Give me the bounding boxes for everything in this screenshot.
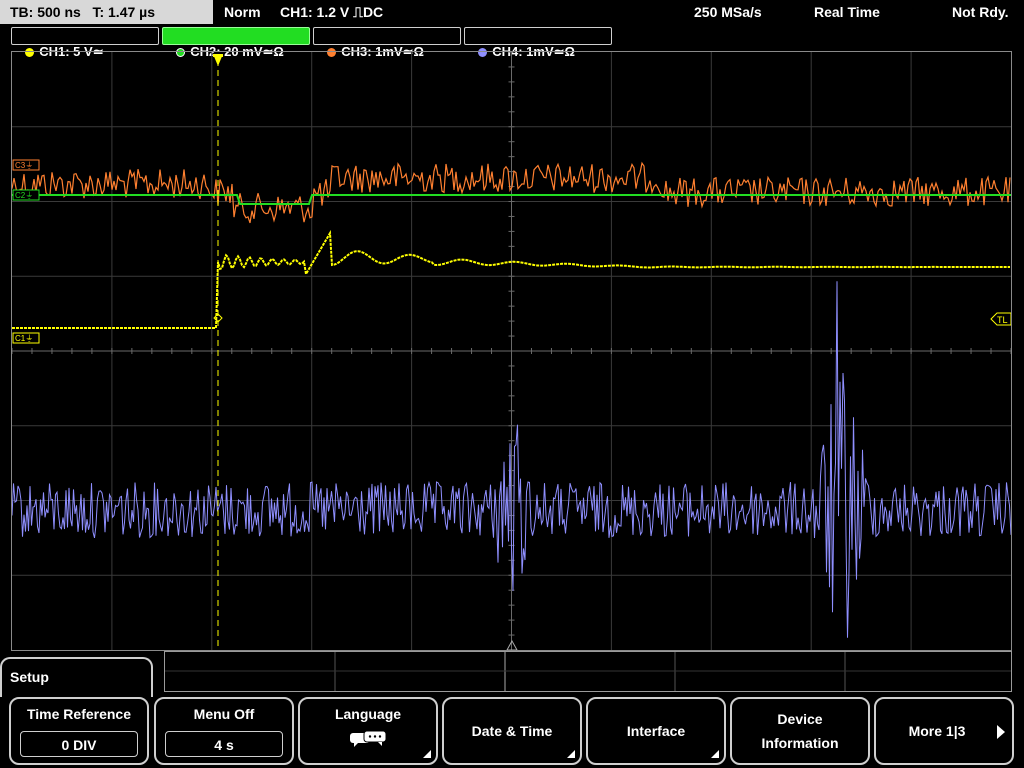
date-time-softkey[interactable]: Date & Time — [442, 697, 582, 765]
submenu-corner-icon — [567, 750, 575, 758]
more-softkey[interactable]: More 1|3 — [874, 697, 1014, 765]
ch2-marker-label: C2⏚ — [15, 191, 33, 200]
waveform-svg: C3⏚ C2⏚ C1⏚ TL — [12, 52, 1011, 650]
submenu-corner-icon — [423, 750, 431, 758]
ch3-ground-marker[interactable]: C3⏚ — [12, 159, 40, 171]
ch1-marker-label: C1⏚ — [15, 334, 33, 343]
ch3-marker-label: C3⏚ — [15, 161, 33, 170]
time-reference-softkey[interactable]: Time Reference 0 DIV — [9, 697, 149, 765]
menu-off-value[interactable]: 4 s — [165, 731, 283, 757]
trigger-mode[interactable]: Norm — [224, 0, 261, 24]
ch2-ground-marker[interactable]: C2⏚ — [12, 189, 40, 201]
channel-tab-ch4[interactable]: CH4: 1mV≃Ω — [464, 27, 612, 59]
sample-rate: 250 MSa/s — [694, 4, 762, 20]
status-bar: TB: 500 ns T: 1.47 µs Norm CH1: 1.2 V ⎍D… — [0, 0, 1024, 24]
lower-zone — [164, 651, 1012, 692]
speech-bubbles-icon — [350, 730, 387, 747]
interface-softkey[interactable]: Interface — [586, 697, 726, 765]
softkey-label: Language — [334, 706, 402, 722]
time-reference-value[interactable]: 0 DIV — [20, 731, 138, 757]
menu-off-softkey[interactable]: Menu Off 4 s — [154, 697, 294, 765]
channel-tab-ch3[interactable]: CH3: 1mV≃Ω — [313, 27, 461, 59]
channel-tab-ch1[interactable]: CH1: 5 V≃ — [11, 27, 159, 59]
language-softkey[interactable]: Language — [298, 697, 438, 765]
trigger-readout[interactable]: CH1: 1.2 V ⎍DC — [280, 0, 383, 24]
lower-zone-grid — [165, 652, 1011, 691]
softkey-label: Device Information — [761, 711, 839, 751]
softkey-label: Menu Off — [193, 706, 255, 722]
acquisition-mode: Real Time — [814, 4, 880, 20]
softkey-label: Time Reference — [26, 706, 131, 722]
trigger-marker-cap — [213, 54, 223, 57]
submenu-corner-icon — [711, 750, 719, 758]
softkey-label: More 1|3 — [908, 723, 966, 739]
channel-tab-ch2[interactable]: CH2: 20 mV≃Ω — [162, 27, 310, 59]
softkey-label: Date & Time — [471, 723, 553, 739]
next-page-arrow-icon — [997, 725, 1005, 739]
ch1-ground-marker[interactable]: C1⏚ — [12, 332, 40, 344]
menu-title-tab: Setup — [0, 657, 153, 697]
trigger-level-marker[interactable]: TL — [990, 312, 1011, 326]
timebase-readout[interactable]: TB: 500 ns T: 1.47 µs — [0, 0, 213, 24]
trigger-status: Not Rdy. — [952, 4, 1009, 20]
trigger-level-label: TL — [997, 315, 1008, 325]
waveform-display[interactable]: C3⏚ C2⏚ C1⏚ TL — [11, 51, 1012, 651]
device-information-softkey[interactable]: Device Information — [730, 697, 870, 765]
softkey-label: Interface — [626, 723, 686, 739]
